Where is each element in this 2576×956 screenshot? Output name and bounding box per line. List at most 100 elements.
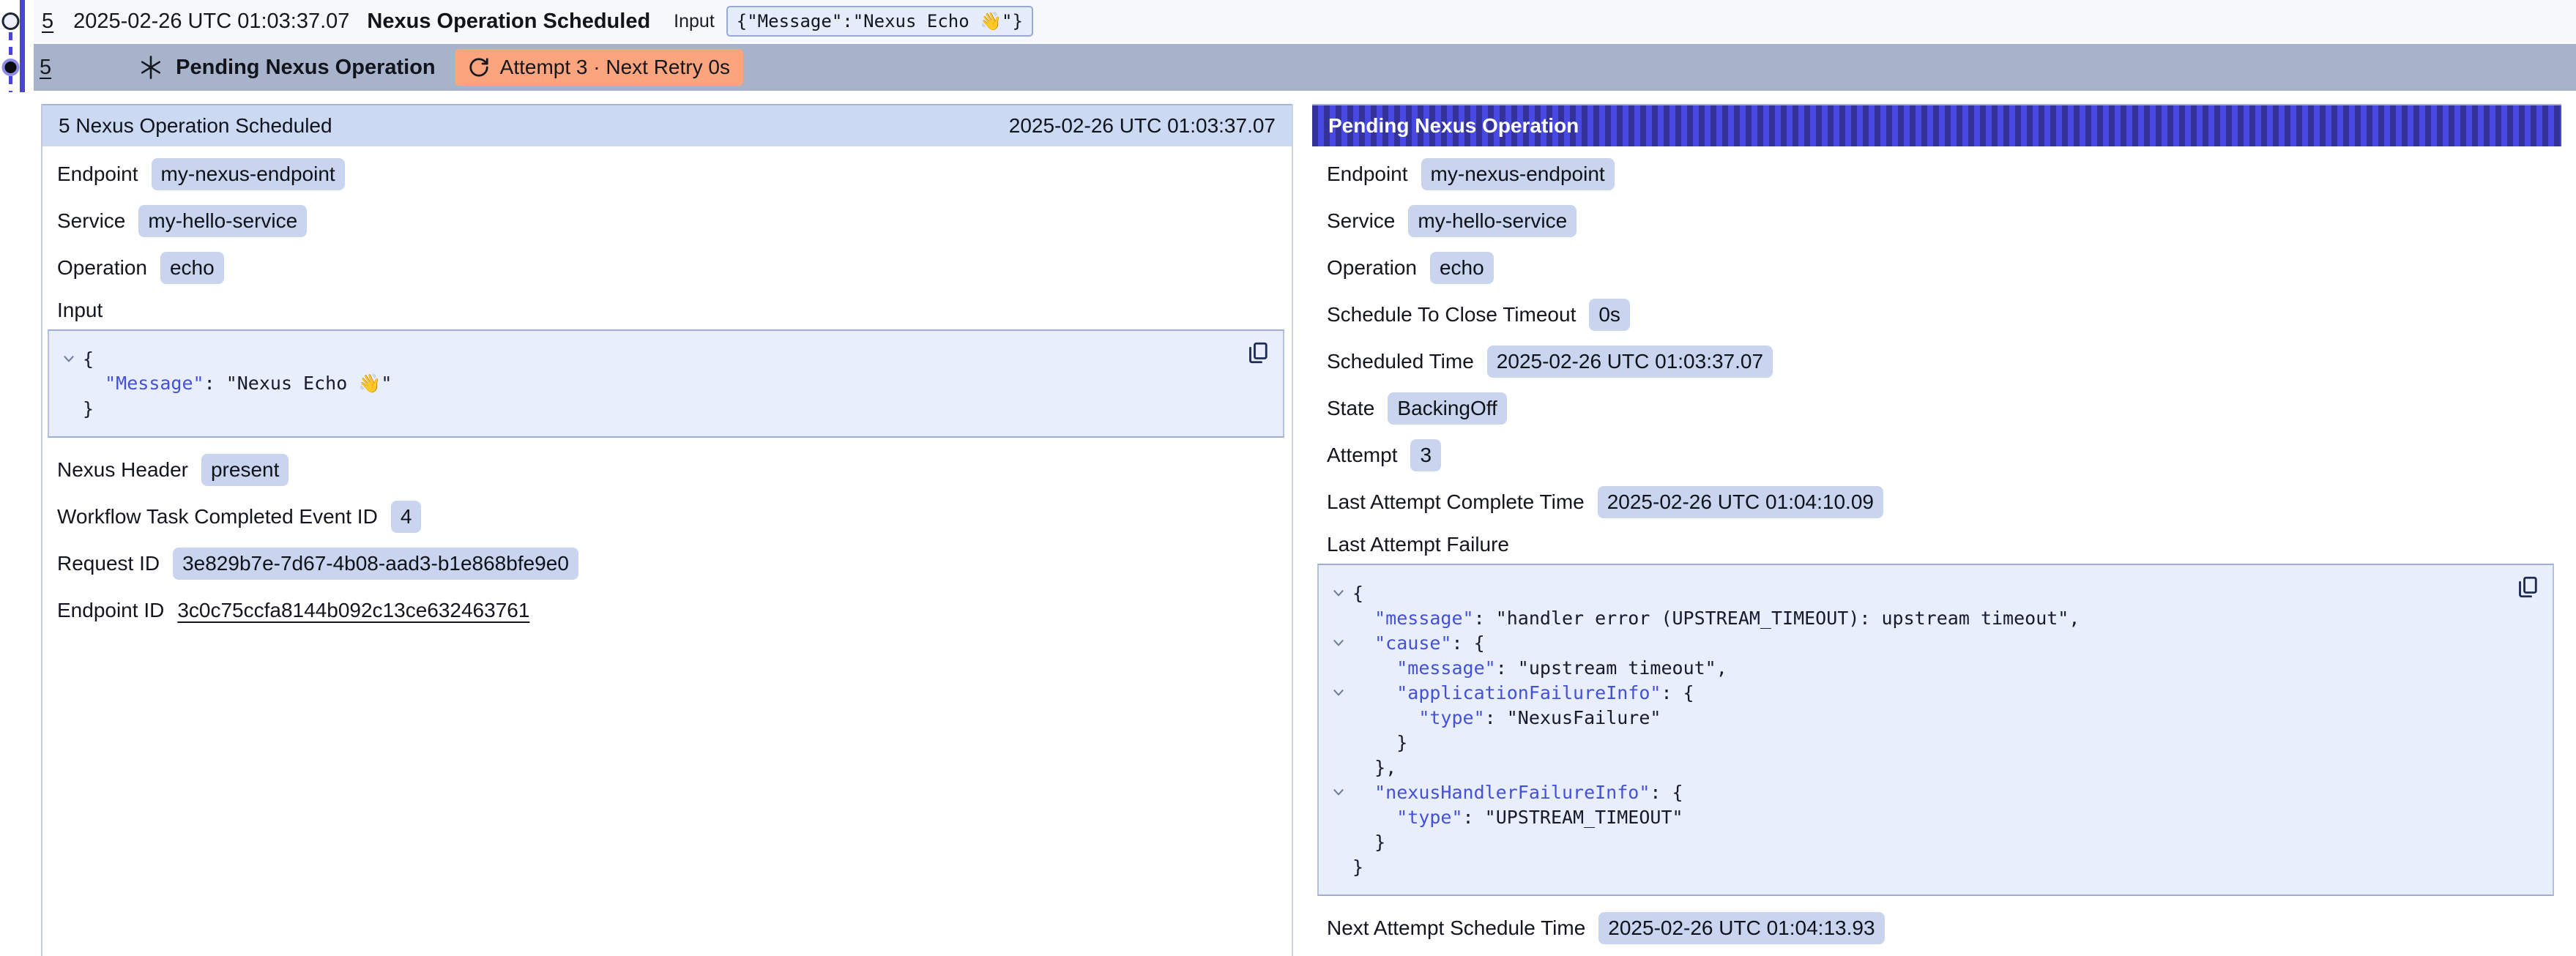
retry-status-badge: Attempt 3 · Next Retry 0s xyxy=(455,49,743,86)
code-text: "Message": "Nexus Echo 👋" xyxy=(83,373,392,395)
code-text: }, xyxy=(1352,757,1396,778)
code-line: { xyxy=(55,346,1232,371)
collapse-chevron-icon[interactable] xyxy=(1325,636,1352,649)
field-operation: Operation echo xyxy=(57,244,1292,291)
panel-header-timestamp: 2025-02-26 UTC 01:03:37.07 xyxy=(1009,114,1276,138)
field-value-badge: my-hello-service xyxy=(138,205,307,237)
copy-button[interactable] xyxy=(1245,340,1271,368)
event-timestamp: 2025-02-26 UTC 01:03:37.07 xyxy=(73,10,349,34)
timeline-scheduled-dot-icon xyxy=(3,14,18,29)
field-last-attempt-failure: Last Attempt Failure xyxy=(1327,526,2561,564)
field-value-badge: 3e829b7e-7d67-4b08-aad3-b1e868bfe9e0 xyxy=(173,548,578,580)
code-line: "message": "handler error (UPSTREAM_TIME… xyxy=(1325,605,2501,630)
field-value-badge: 4 xyxy=(391,501,422,533)
field-label: Operation xyxy=(1327,256,1417,280)
code-line: } xyxy=(1325,854,2501,879)
code-text: "applicationFailureInfo": { xyxy=(1352,682,1694,703)
code-text: "type": "UPSTREAM_TIMEOUT" xyxy=(1352,807,1683,828)
field-label: Next Attempt Schedule Time xyxy=(1327,916,1585,940)
field-label: Input xyxy=(57,299,103,322)
field-endpoint: Endpoint my-nexus-endpoint xyxy=(57,151,1292,198)
code-text: "nexusHandlerFailureInfo": { xyxy=(1352,782,1683,803)
pending-asterisk-icon xyxy=(138,54,164,81)
field-service: Service my-hello-service xyxy=(1327,198,2561,244)
collapse-chevron-icon[interactable] xyxy=(55,352,83,365)
field-label: Request ID xyxy=(57,552,160,575)
field-nexus-header: Nexus Header present xyxy=(57,447,1292,493)
code-text: } xyxy=(1352,832,1385,853)
field-label: Schedule To Close Timeout xyxy=(1327,303,1576,326)
code-line: "nexusHandlerFailureInfo": { xyxy=(1325,780,2501,804)
code-line: }, xyxy=(1325,755,2501,780)
json-code-block: { "Message": "Nexus Echo 👋"} xyxy=(48,329,1284,438)
code-text: "type": "NexusFailure" xyxy=(1352,707,1661,728)
field-label: Last Attempt Complete Time xyxy=(1327,490,1585,514)
field-value-badge: my-nexus-endpoint xyxy=(152,158,345,190)
code-line: "Message": "Nexus Echo 👋" xyxy=(55,371,1232,396)
panel-divider xyxy=(1292,104,1293,956)
field-value-badge: 0s xyxy=(1589,299,1630,331)
pending-panel-fields: Endpointmy-nexus-endpointServicemy-hello… xyxy=(1312,146,2561,952)
code-line: "message": "upstream timeout", xyxy=(1325,655,2501,680)
field-request-id: Request ID 3e829b7e-7d67-4b08-aad3-b1e868… xyxy=(57,540,1292,587)
code-line: "applicationFailureInfo": { xyxy=(1325,680,2501,705)
code-text: } xyxy=(83,398,94,419)
field-label: Attempt xyxy=(1327,444,1397,467)
code-text: } xyxy=(1352,732,1407,753)
event-row-nexus-operation-scheduled[interactable]: 5 2025-02-26 UTC 01:03:37.07 Nexus Opera… xyxy=(34,0,2576,42)
code-text: "message": "handler error (UPSTREAM_TIME… xyxy=(1352,608,2080,629)
copy-button[interactable] xyxy=(2514,574,2541,602)
field-value-badge: echo xyxy=(160,252,224,284)
code-text: "cause": { xyxy=(1352,632,1485,654)
field-operation: Operation echo xyxy=(1327,244,2561,291)
field-value-badge: my-nexus-endpoint xyxy=(1421,158,1615,190)
timeline-bar xyxy=(20,0,25,92)
field-value-badge: present xyxy=(201,454,289,486)
panel-title: 5 Nexus Operation Scheduled xyxy=(59,114,332,138)
collapse-chevron-icon[interactable] xyxy=(1325,785,1352,799)
field-label: Endpoint xyxy=(57,163,138,186)
field-attempt: Attempt3 xyxy=(1327,432,2561,479)
event-title: Nexus Operation Scheduled xyxy=(367,10,650,34)
code-line: } xyxy=(1325,829,2501,854)
collapse-chevron-icon[interactable] xyxy=(1325,586,1352,600)
field-value-link[interactable]: 3c0c75ccfa8144b092c13ce632463761 xyxy=(177,599,529,622)
code-text: "message": "upstream timeout", xyxy=(1352,657,1727,679)
retry-badge-text: Attempt 3 · Next Retry 0s xyxy=(500,56,730,79)
field-value-badge: my-hello-service xyxy=(1408,205,1577,237)
field-label: Nexus Header xyxy=(57,458,188,482)
code-text: { xyxy=(83,348,94,370)
event-id-link[interactable]: 5 xyxy=(42,10,53,34)
scheduled-panel-fields: Endpoint my-nexus-endpoint Service my-hello… xyxy=(42,146,1292,634)
field-endpoint-id: Endpoint ID 3c0c75ccfa8144b092c13ce632463… xyxy=(57,587,1292,634)
field-value-badge: 2025-02-26 UTC 01:04:10.09 xyxy=(1598,486,1883,518)
field-label: Service xyxy=(57,209,125,233)
field-label: Endpoint ID xyxy=(57,599,164,622)
input-label: Input xyxy=(674,11,715,32)
code-text: { xyxy=(1352,583,1363,604)
code-line: { xyxy=(1325,580,2501,605)
field-workflow-task-completed-event-id: Workflow Task Completed Event ID4 xyxy=(57,493,1292,540)
field-state: StateBackingOff xyxy=(1327,385,2561,432)
field-label: Service xyxy=(1327,209,1395,233)
field-label: Operation xyxy=(57,256,147,280)
field-value-badge: echo xyxy=(1430,252,1494,284)
event-row-pending-nexus-operation[interactable]: 5 Pending Nexus Operation Attempt 3 · Ne… xyxy=(34,44,2576,91)
field-scheduled-time: Scheduled Time2025-02-26 UTC 01:03:37.07 xyxy=(1327,338,2561,385)
pending-operation-panel: Pending Nexus Operation Endpointmy-nexus… xyxy=(1312,104,2561,956)
input-value-chip: {"Message":"Nexus Echo 👋"} xyxy=(726,6,1033,37)
event-id-link[interactable]: 5 xyxy=(40,56,51,80)
field-label: Scheduled Time xyxy=(1327,350,1474,373)
field-schedule-to-close-timeout: Schedule To Close Timeout 0s xyxy=(1327,291,2561,338)
scheduled-event-panel: 5 Nexus Operation Scheduled 2025-02-26 U… xyxy=(42,104,1292,956)
field-service: Service my-hello-service xyxy=(57,198,1292,244)
field-value-badge: BackingOff xyxy=(1388,392,1506,425)
scheduled-panel-header: 5 Nexus Operation Scheduled 2025-02-26 U… xyxy=(42,104,1292,146)
event-timeline xyxy=(0,0,34,95)
collapse-chevron-icon[interactable] xyxy=(1325,686,1352,699)
field-value-badge: 2025-02-26 UTC 01:04:13.93 xyxy=(1598,912,1884,944)
pending-event-title: Pending Nexus Operation xyxy=(176,56,436,80)
workflow-event-history-screen: 5 2025-02-26 UTC 01:03:37.07 Nexus Opera… xyxy=(0,0,2576,956)
code-line: "cause": { xyxy=(1325,630,2501,655)
code-text: } xyxy=(1352,856,1363,878)
